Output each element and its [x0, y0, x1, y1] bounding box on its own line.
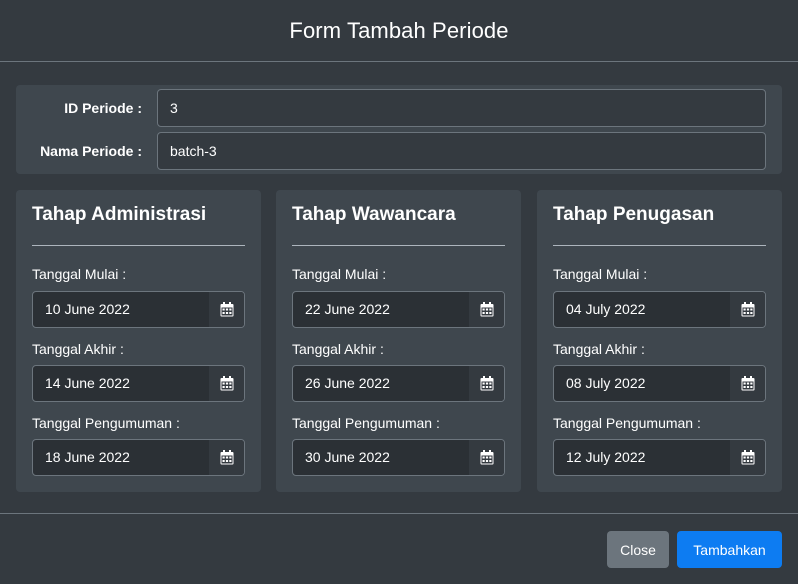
id-periode-row: ID Periode :	[16, 89, 782, 127]
end-date-input[interactable]: 08 July 2022	[553, 365, 766, 402]
calendar-icon[interactable]	[468, 292, 504, 327]
id-periode-input[interactable]	[157, 89, 766, 127]
id-periode-label: ID Periode :	[64, 100, 142, 116]
stage-title: Tahap Wawancara	[292, 204, 456, 225]
stage-title: Tahap Penugasan	[553, 204, 715, 225]
nama-periode-label: Nama Periode :	[40, 143, 142, 159]
divider	[32, 245, 245, 246]
announce-date-label: Tanggal Pengumuman :	[32, 415, 180, 431]
calendar-icon[interactable]	[468, 440, 504, 475]
stage-card-administrasi: Tahap Administrasi Tanggal Mulai : 10 Ju…	[16, 190, 261, 492]
start-date-value: 04 July 2022	[566, 301, 646, 317]
calendar-icon[interactable]	[208, 440, 244, 475]
modal-title: Form Tambah Periode	[289, 17, 509, 43]
nama-periode-input[interactable]	[157, 132, 766, 170]
end-date-value: 26 June 2022	[305, 375, 390, 391]
stage-title: Tahap Administrasi	[32, 204, 207, 225]
divider	[553, 245, 766, 246]
end-date-label: Tanggal Akhir :	[32, 341, 124, 357]
start-date-value: 10 June 2022	[45, 301, 130, 317]
start-date-label: Tanggal Mulai :	[32, 266, 127, 282]
announce-date-value: 30 June 2022	[305, 449, 390, 465]
announce-date-input[interactable]: 18 June 2022	[32, 439, 245, 476]
announce-date-label: Tanggal Pengumuman :	[292, 415, 440, 431]
modal-header: Form Tambah Periode	[0, 0, 798, 62]
modal-dialog: Form Tambah Periode ID Periode : Nama Pe…	[0, 0, 798, 584]
start-date-input[interactable]: 22 June 2022	[292, 291, 505, 328]
calendar-icon[interactable]	[468, 366, 504, 401]
calendar-icon[interactable]	[208, 366, 244, 401]
announce-date-input[interactable]: 12 July 2022	[553, 439, 766, 476]
start-date-label: Tanggal Mulai :	[292, 266, 387, 282]
stage-card-wawancara: Tahap Wawancara Tanggal Mulai : 22 June …	[276, 190, 521, 492]
end-date-label: Tanggal Akhir :	[292, 341, 384, 357]
nama-periode-row: Nama Periode :	[16, 132, 782, 170]
start-date-input[interactable]: 10 June 2022	[32, 291, 245, 328]
end-date-value: 08 July 2022	[566, 375, 646, 391]
end-date-input[interactable]: 14 June 2022	[32, 365, 245, 402]
start-date-input[interactable]: 04 July 2022	[553, 291, 766, 328]
start-date-value: 22 June 2022	[305, 301, 390, 317]
end-date-label: Tanggal Akhir :	[553, 341, 645, 357]
announce-date-label: Tanggal Pengumuman :	[553, 415, 701, 431]
close-button[interactable]: Close	[607, 531, 669, 568]
end-date-input[interactable]: 26 June 2022	[292, 365, 505, 402]
calendar-icon[interactable]	[729, 366, 765, 401]
calendar-icon[interactable]	[729, 440, 765, 475]
end-date-value: 14 June 2022	[45, 375, 130, 391]
calendar-icon[interactable]	[208, 292, 244, 327]
periode-info-panel: ID Periode : Nama Periode :	[16, 85, 782, 174]
announce-date-value: 12 July 2022	[566, 449, 646, 465]
modal-footer: Close Tambahkan	[0, 513, 798, 584]
start-date-label: Tanggal Mulai :	[553, 266, 648, 282]
announce-date-value: 18 June 2022	[45, 449, 130, 465]
calendar-icon[interactable]	[729, 292, 765, 327]
divider	[292, 245, 505, 246]
announce-date-input[interactable]: 30 June 2022	[292, 439, 505, 476]
stage-card-penugasan: Tahap Penugasan Tanggal Mulai : 04 July …	[537, 190, 782, 492]
submit-button[interactable]: Tambahkan	[677, 531, 782, 568]
